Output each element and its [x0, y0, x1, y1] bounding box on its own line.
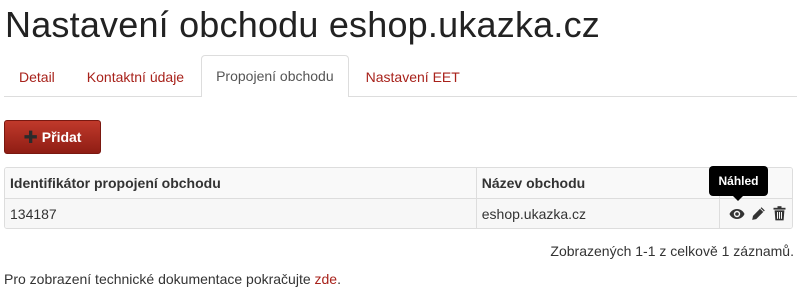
tab-detail[interactable]: Detail — [4, 56, 70, 96]
documentation-suffix: . — [337, 271, 341, 287]
column-header-shop-name[interactable]: Název obchodu — [475, 168, 720, 199]
cell-identifier: 134187 — [5, 198, 477, 228]
tooltip-preview: Náhled — [709, 166, 768, 201]
tab-contact-details[interactable]: Kontaktní údaje — [72, 56, 199, 96]
cell-actions — [719, 198, 792, 228]
column-header-identifier[interactable]: Identifikátor propojení obchodu — [5, 168, 477, 199]
table-header-row: Identifikátor propojení obchodu Název ob… — [5, 168, 792, 199]
tab-eet-settings[interactable]: Nastavení EET — [351, 56, 475, 96]
documentation-text: Pro zobrazení technické dokumentace pokr… — [4, 271, 315, 287]
tab-bar: Detail Kontaktní údaje Propojení obchodu… — [4, 55, 797, 97]
plus-icon: ✚ — [23, 127, 38, 147]
documentation-link[interactable]: zde — [315, 271, 338, 287]
add-button[interactable]: ✚ Přidat — [4, 120, 101, 154]
connections-table: Identifikátor propojení obchodu Název ob… — [4, 167, 793, 229]
table-row: 134187 eshop.ukazka.cz — [5, 198, 792, 228]
cell-shop-name: eshop.ukazka.cz — [475, 198, 720, 228]
trash-icon[interactable] — [771, 206, 787, 222]
add-button-label: Přidat — [41, 129, 82, 145]
eye-icon[interactable] — [729, 206, 745, 222]
documentation-note: Pro zobrazení technické dokumentace pokr… — [4, 271, 341, 287]
tab-shop-connection[interactable]: Propojení obchodu — [201, 55, 349, 97]
pagination-info: Zobrazených 1-1 z celkově 1 záznamů. — [550, 243, 794, 259]
page-title: Nastavení obchodu eshop.ukazka.cz — [5, 4, 600, 45]
pencil-icon[interactable] — [750, 206, 766, 222]
